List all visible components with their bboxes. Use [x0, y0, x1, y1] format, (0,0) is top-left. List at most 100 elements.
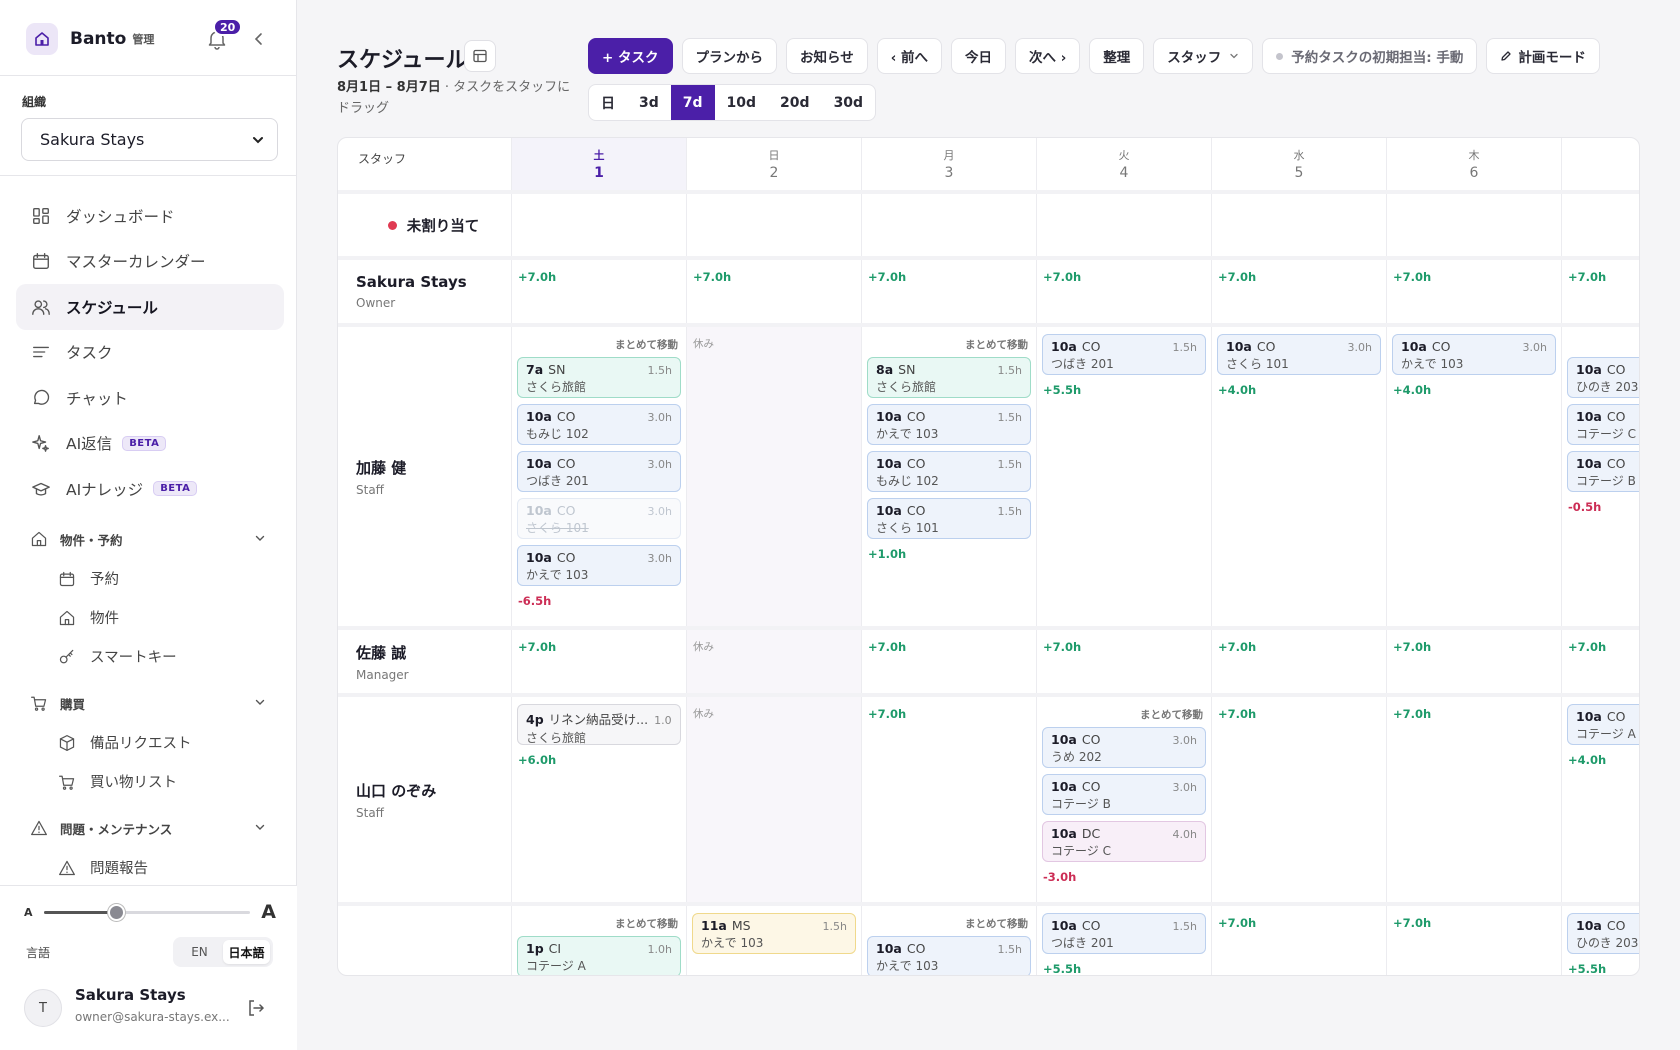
move-all-button[interactable]: まとめて移動 [615, 337, 678, 352]
next-button[interactable]: 次へ › [1015, 38, 1081, 74]
logout-icon[interactable] [246, 998, 266, 1022]
schedule-cell[interactable]: +7.0h [1037, 260, 1212, 323]
schedule-cell[interactable]: 10a CO ひのき 203 +5.5h [1562, 906, 1639, 975]
schedule-cell[interactable] [512, 194, 687, 256]
default-assign-button[interactable]: 予約タスクの初期担当: 手動 [1262, 38, 1478, 74]
range-option[interactable]: 10d [715, 85, 769, 120]
schedule-cell[interactable]: +7.0h [1387, 697, 1562, 902]
task-card[interactable]: 10a CO 3.0h コテージ B [1042, 774, 1206, 815]
section-header[interactable]: 物件・予約 [16, 519, 284, 559]
schedule-cell[interactable] [1387, 194, 1562, 256]
schedule-cell[interactable]: +7.0h [1212, 697, 1387, 902]
prev-button[interactable]: ‹ 前へ [876, 38, 943, 74]
schedule-cell[interactable] [862, 194, 1037, 256]
range-option[interactable]: 3d [627, 85, 671, 120]
sub-nav-item[interactable]: 予約 [16, 559, 284, 598]
schedule-cell[interactable]: +7.0h [687, 260, 862, 323]
task-card[interactable]: 10a CO 3.0h つばき 201 [517, 451, 681, 492]
schedule-cell[interactable] [687, 194, 862, 256]
task-card[interactable]: 10a CO 3.0h かえで 103 [517, 545, 681, 586]
schedule-cell[interactable]: +7.0h [512, 260, 687, 323]
schedule-cell[interactable]: +7.0h [1387, 906, 1562, 975]
sub-nav-item[interactable]: 問題報告 [16, 848, 284, 885]
task-card[interactable]: 10a CO 3.0h さくら 101 [517, 498, 681, 539]
task-card[interactable]: 10a CO 3.0h かえで 103 [1392, 334, 1556, 375]
schedule-cell[interactable]: +7.0h [862, 630, 1037, 693]
schedule-cell[interactable]: まとめて移動 10a CO 3.0h うめ 202 10a CO 3.0h コテージ B 10a D… [1037, 697, 1212, 902]
task-card[interactable]: 8a SN 1.5h さくら旅館 [867, 357, 1031, 398]
schedule-cell[interactable]: 11a MS 1.5h かえで 103 [687, 906, 862, 975]
range-option[interactable]: 20d [768, 85, 822, 120]
sub-nav-item[interactable]: 物件 [16, 598, 284, 637]
schedule-cell[interactable]: +7.0h [1212, 260, 1387, 323]
task-card[interactable]: 10a DC 4.0h コテージ C [1042, 821, 1206, 862]
add-task-button[interactable]: + タスク [588, 38, 673, 74]
lang-ja[interactable]: 日本語 [223, 940, 270, 964]
schedule-cell[interactable]: +7.0h [862, 260, 1037, 323]
task-card[interactable]: 10a CO 3.0h うめ 202 [1042, 727, 1206, 768]
task-card[interactable]: 10a CO 1.5h もみじ 102 [867, 451, 1031, 492]
today-button[interactable]: 今日 [951, 38, 1007, 74]
task-card[interactable]: 10a CO 3.0h さくら 101 [1217, 334, 1381, 375]
task-card[interactable]: 10a CO ひのき 203 [1567, 357, 1639, 398]
schedule-cell[interactable]: +7.0h [1562, 630, 1639, 693]
task-card[interactable]: 10a CO 1.5h かえで 103 [867, 936, 1031, 975]
schedule-cell[interactable]: 休み [687, 630, 862, 693]
schedule-cell[interactable]: まとめて移動1pCI1.0hコテージ A2pDC1.5h [512, 906, 687, 975]
sub-nav-item[interactable]: 備品リクエスト [16, 723, 284, 762]
schedule-cell[interactable]: +7.0h [1562, 260, 1639, 323]
task-card[interactable]: 10a CO 3.0h もみじ 102 [517, 404, 681, 445]
sub-nav-item[interactable]: スマートキー [16, 637, 284, 676]
plan-mode-button[interactable]: 計画モード [1486, 38, 1600, 74]
lang-en[interactable]: EN [176, 940, 223, 964]
schedule-cell[interactable]: 休み [687, 327, 862, 626]
schedule-cell[interactable] [1037, 194, 1212, 256]
notify-button[interactable]: お知らせ [786, 38, 868, 74]
schedule-cell[interactable]: 10a CO 3.0h かえで 103 +4.0h [1387, 327, 1562, 626]
avatar[interactable]: T [24, 989, 62, 1027]
schedule-cell[interactable]: まとめて移動 7a SN 1.5h さくら旅館 10a CO 3.0h もみじ 102 10a CO… [512, 327, 687, 626]
task-card[interactable]: 4p リネン納品受け... 1.0h さくら旅館 [517, 704, 681, 745]
task-card[interactable]: 7a SN 1.5h さくら旅館 [517, 357, 681, 398]
task-card[interactable]: 10a CO コテージ B [1567, 451, 1639, 492]
schedule-cell[interactable]: 10a CO ひのき 203 10a CO コテージ C 10a CO コテージ B -0.5h [1562, 327, 1639, 626]
schedule-cell[interactable]: +7.0h [1212, 906, 1387, 975]
schedule-cell[interactable]: 10a CO 1.5h つばき 201 +5.5h [1037, 906, 1212, 975]
range-option[interactable]: 7d [670, 85, 715, 120]
schedule-cell[interactable] [1212, 194, 1387, 256]
sub-nav-item[interactable]: 買い物リスト [16, 762, 284, 801]
task-card[interactable]: 10a CO 1.5h かえで 103 [867, 404, 1031, 445]
schedule-cell[interactable]: まとめて移動10aCO1.5hかえで 10310aCO1.5h [862, 906, 1037, 975]
section-header[interactable]: 購買 [16, 683, 284, 723]
schedule-cell[interactable]: 10a CO 1.5h つばき 201 +5.5h [1037, 327, 1212, 626]
move-all-button[interactable]: まとめて移動 [965, 337, 1028, 352]
section-header[interactable]: 問題・メンテナンス [16, 808, 284, 848]
move-all-button[interactable]: まとめて移動 [1140, 707, 1203, 722]
move-all-button[interactable]: まとめて移動 [965, 916, 1028, 931]
task-card[interactable]: 10a CO コテージ C [1567, 404, 1639, 445]
font-size-slider[interactable]: A A [24, 901, 276, 923]
slider-knob[interactable] [108, 904, 126, 921]
schedule-cell[interactable] [1562, 194, 1639, 256]
schedule-cell[interactable]: 10a CO コテージ A +4.0h [1562, 697, 1639, 902]
task-card[interactable]: 10a CO ひのき 203 [1567, 913, 1639, 954]
schedule-cell[interactable]: 10a CO 3.0h さくら 101 +4.0h [1212, 327, 1387, 626]
schedule-cell[interactable]: まとめて移動 8a SN 1.5h さくら旅館 10a CO 1.5h かえで 103 10a CO… [862, 327, 1037, 626]
task-card[interactable]: 10a CO 1.5h つばき 201 [1042, 334, 1206, 375]
from-plan-button[interactable]: プランから [681, 38, 778, 74]
schedule-cell[interactable]: +7.0h [1037, 630, 1212, 693]
schedule-cell[interactable]: +7.0h [1387, 630, 1562, 693]
schedule-cell[interactable]: +7.0h [1212, 630, 1387, 693]
schedule-cell[interactable]: +7.0h [1387, 260, 1562, 323]
range-option[interactable]: 30d [822, 85, 876, 120]
task-card[interactable]: 1p CI 1.0h コテージ A [517, 936, 681, 975]
schedule-cell[interactable]: +7.0h [512, 630, 687, 693]
task-card[interactable]: 11a MS 1.5h かえで 103 [692, 913, 856, 954]
organize-button[interactable]: 整理 [1089, 38, 1145, 74]
task-card[interactable]: 10a CO コテージ A [1567, 704, 1639, 745]
schedule-cell[interactable]: 休み [687, 697, 862, 902]
staff-filter-select[interactable]: スタッフ [1153, 38, 1254, 74]
move-all-button[interactable]: まとめて移動 [615, 916, 678, 931]
task-card[interactable]: 10a CO 1.5h さくら 101 [867, 498, 1031, 539]
schedule-cell[interactable]: +7.0h [862, 697, 1037, 902]
